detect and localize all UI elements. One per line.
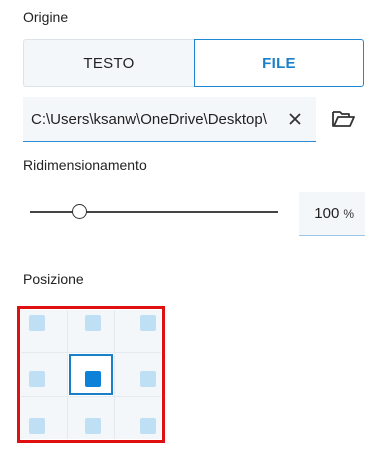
- close-icon[interactable]: [286, 110, 304, 128]
- position-cell-middle-left[interactable]: [21, 353, 67, 396]
- tab-text[interactable]: TESTO: [23, 39, 194, 87]
- anchor-square: [85, 315, 101, 331]
- anchor-square: [140, 315, 156, 331]
- anchor-square: [29, 417, 45, 434]
- position-label: Posizione: [23, 271, 84, 287]
- position-cell-top-left[interactable]: [21, 310, 67, 353]
- anchor-square: [140, 417, 156, 434]
- file-path-input[interactable]: [23, 96, 277, 142]
- anchor-square: [85, 417, 101, 434]
- resize-percent-field[interactable]: 100 %: [299, 192, 365, 236]
- position-picker: [17, 306, 165, 443]
- position-cell-center[interactable]: [68, 353, 114, 396]
- position-cell-bottom-left[interactable]: [21, 396, 67, 439]
- folder-open-icon[interactable]: [331, 108, 355, 130]
- position-cell-top-center[interactable]: [68, 310, 114, 353]
- source-label: Origine: [23, 9, 69, 25]
- slider-thumb[interactable]: [71, 204, 87, 219]
- position-cell-top-right[interactable]: [115, 310, 161, 353]
- position-cell-bottom-center[interactable]: [68, 396, 114, 439]
- position-cell-middle-right[interactable]: [115, 353, 161, 396]
- tab-file[interactable]: FILE: [194, 39, 364, 87]
- anchor-square: [29, 315, 45, 331]
- position-cell-bottom-right[interactable]: [115, 396, 161, 439]
- slider-track: [30, 211, 278, 213]
- source-toggle: TESTO FILE: [23, 39, 364, 87]
- anchor-square: [85, 371, 101, 388]
- resize-slider[interactable]: [30, 202, 278, 222]
- resize-percent-unit: %: [343, 206, 354, 221]
- file-path-field: [23, 96, 316, 142]
- position-grid: [21, 310, 161, 439]
- resize-label: Ridimensionamento: [23, 157, 147, 173]
- anchor-square: [140, 371, 156, 388]
- resize-percent-value: 100: [314, 205, 340, 222]
- anchor-square: [29, 371, 45, 388]
